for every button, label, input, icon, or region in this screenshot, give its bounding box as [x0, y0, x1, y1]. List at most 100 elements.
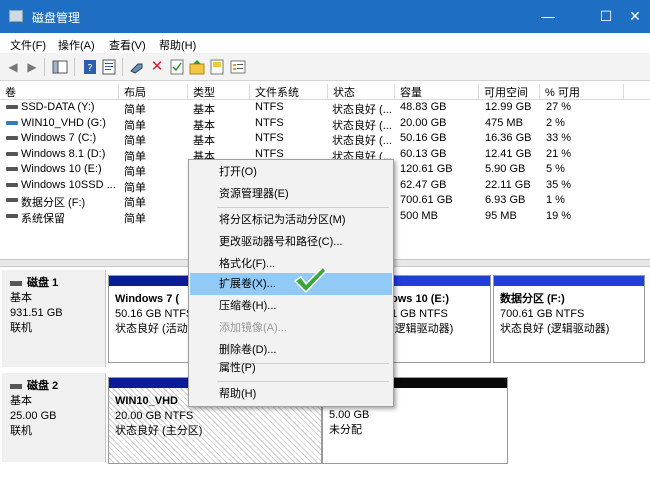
column-header-status[interactable]: 状态: [328, 84, 395, 100]
column-header-layout[interactable]: 布局: [119, 84, 188, 100]
cell-percent-free: 33 %: [546, 132, 572, 144]
cell-free-space: 22.11 GB: [485, 178, 531, 191]
cell-volume: Windows 7 (C:): [21, 132, 97, 144]
table-row[interactable]: WIN10_VHD (G:) 简单 基本 NTFS 状态良好 (... 20.0…: [0, 116, 650, 132]
table-row[interactable]: Windows 7 (C:) 简单 基本 NTFS 状态良好 (... 50.1…: [0, 131, 650, 147]
volume-disk-icon: [6, 167, 18, 171]
disk-1-state: 联机: [10, 322, 32, 334]
logical-partition-bar: [494, 276, 644, 286]
help-book-icon[interactable]: ?: [82, 59, 98, 75]
toolbar-separator: [44, 58, 45, 76]
menu-item-explorer[interactable]: 资源管理器(E): [190, 183, 392, 205]
connect-icon[interactable]: [129, 59, 145, 75]
column-header-volume[interactable]: 卷: [0, 84, 119, 100]
volume-list-header: 卷 布局 类型 文件系统 状态 容量 可用空间 % 可用: [0, 82, 650, 100]
disk-1-label[interactable]: 磁盘 1 基本 931.51 GB 联机: [2, 270, 106, 367]
new-volume-icon[interactable]: [209, 59, 225, 75]
volume-disk-icon: [6, 182, 18, 187]
cell-free-space: 95 MB: [485, 209, 517, 222]
primary-partition-bar: [109, 276, 199, 286]
forward-arrow-icon[interactable]: ▶: [24, 59, 40, 75]
cell-free-space: 12.99 GB: [485, 101, 532, 113]
partition-size: 700.61 GB NTFS: [500, 308, 585, 320]
volume-disk-icon: [6, 198, 18, 202]
partition-data-f[interactable]: 数据分区 (F:) 700.61 GB NTFS 状态良好 (逻辑驱动器): [493, 275, 645, 363]
cell-capacity: 700.61 GB: [400, 194, 453, 206]
title-bar: 磁盘管理 — ☐ ✕: [0, 0, 650, 33]
column-header-type[interactable]: 类型: [188, 84, 250, 100]
context-menu: 打开(O) 资源管理器(E) 将分区标记为活动分区(M) 更改驱动器号和路径(C…: [188, 159, 394, 407]
column-header-percent-free[interactable]: % 可用: [540, 84, 624, 100]
menu-item-help[interactable]: 帮助(H): [190, 383, 392, 405]
partition-size: 50.16 GB NTFS: [115, 308, 194, 320]
partition-status: 状态良好 (活动: [115, 323, 188, 335]
partition-windows7[interactable]: Windows 7 ( 50.16 GB NTFS 状态良好 (活动: [108, 275, 200, 363]
volume-disk-icon: [6, 213, 18, 218]
properties-check-icon[interactable]: [169, 59, 185, 75]
volume-disk-icon: [6, 136, 18, 140]
disk-1-name: 磁盘 1: [10, 276, 105, 291]
menu-item-format[interactable]: 格式化(F)...: [190, 253, 392, 275]
partition-label: 数据分区 (F:): [500, 293, 565, 305]
partition-status: (逻辑驱动器): [391, 323, 454, 335]
menu-view[interactable]: 查看(V): [109, 37, 146, 53]
cell-free-space: 475 MB: [485, 116, 523, 129]
table-row[interactable]: SSD-DATA (Y:) 简单 基本 NTFS 状态良好 (... 48.83…: [0, 100, 650, 116]
toolbar-separator: [74, 58, 75, 76]
partition-size: 1 GB NTFS: [391, 308, 448, 320]
help-topics-icon[interactable]: [101, 59, 117, 75]
cell-percent-free: 27 %: [546, 101, 572, 113]
disk-2-label[interactable]: 磁盘 2 基本 25.00 GB 联机: [2, 373, 106, 462]
menu-item-extend-volume[interactable]: 扩展卷(X)...: [190, 273, 392, 295]
back-arrow-icon[interactable]: ◀: [5, 59, 21, 75]
volume-disk-icon: [6, 105, 18, 109]
cell-volume: WIN10_VHD (G:): [21, 116, 106, 129]
cell-free-space: 5.90 GB: [485, 163, 526, 175]
window-title: 磁盘管理: [32, 11, 81, 25]
properties-list-icon[interactable]: [230, 59, 246, 75]
cell-percent-free: 5 %: [546, 163, 565, 175]
cell-filesystem: NTFS: [255, 101, 284, 113]
cell-capacity: 20.00 GB: [400, 116, 447, 129]
toolbar: ◀ ▶ ? ✕: [0, 53, 650, 81]
menu-item-add-mirror: 添加镜像(A)...: [219, 322, 287, 334]
cell-volume: SSD-DATA (Y:): [21, 101, 95, 113]
disk-management-icon: [9, 10, 23, 22]
column-header-filesystem[interactable]: 文件系统: [250, 84, 328, 100]
menu-separator: [217, 207, 389, 208]
disk-2-state: 联机: [10, 425, 32, 437]
close-button[interactable]: ✕: [620, 6, 650, 26]
minimize-button[interactable]: —: [533, 6, 563, 26]
partition-label: WIN10_VHD: [115, 395, 178, 407]
menu-action[interactable]: 操作(A): [58, 37, 95, 53]
checkmark-icon: [294, 266, 327, 293]
cell-capacity: 120.61 GB: [400, 163, 453, 175]
cell-capacity: 62.47 GB: [400, 178, 447, 191]
menu-item-open[interactable]: 打开(O): [190, 161, 392, 183]
cell-volume: Windows 8.1 (D:): [21, 147, 106, 160]
partition-status: 状态良好 (逻辑驱动器): [500, 323, 610, 335]
menu-item-shrink-volume[interactable]: 压缩卷(H)...: [190, 295, 392, 317]
toolbar-separator: [122, 58, 123, 76]
svg-text:?: ?: [87, 63, 92, 74]
refresh-folder-icon[interactable]: [189, 59, 205, 75]
column-header-free-space[interactable]: 可用空间: [479, 84, 540, 100]
cell-percent-free: 35 %: [546, 178, 572, 191]
delete-x-icon[interactable]: ✕: [149, 59, 165, 75]
cell-volume: Windows 10 (E:): [21, 163, 102, 175]
partition-status: 状态良好 (主分区): [115, 425, 203, 437]
menu-help[interactable]: 帮助(H): [159, 37, 196, 53]
disk-1-size: 931.51 GB: [10, 307, 63, 319]
cell-filesystem: NTFS: [255, 116, 284, 129]
menu-item-properties[interactable]: 属性(P): [190, 357, 392, 379]
cell-percent-free: 2 %: [546, 116, 565, 129]
console-tree-icon[interactable]: [52, 59, 68, 75]
menu-file[interactable]: 文件(F): [10, 37, 46, 53]
cell-free-space: 12.41 GB: [485, 147, 532, 160]
menu-item-mark-active[interactable]: 将分区标记为活动分区(M): [190, 209, 392, 231]
cell-percent-free: 21 %: [546, 147, 572, 160]
cell-volume: 系统保留: [21, 212, 65, 225]
column-header-capacity[interactable]: 容量: [395, 84, 479, 100]
menu-item-change-drive-letter[interactable]: 更改驱动器号和路径(C)...: [190, 231, 392, 253]
maximize-button[interactable]: ☐: [591, 6, 621, 26]
